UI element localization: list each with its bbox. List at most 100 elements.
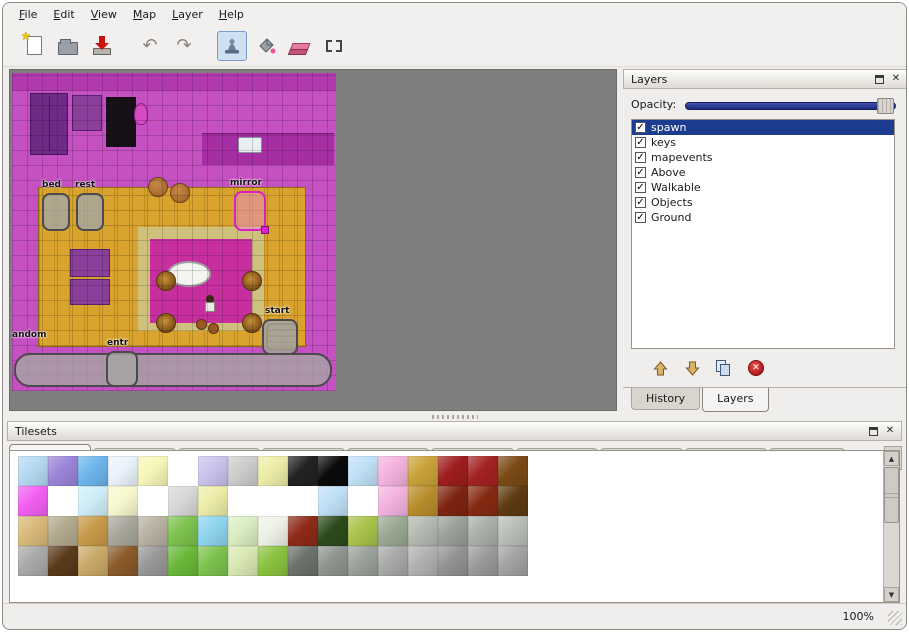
layer-row-Walkable[interactable]: ✓Walkable: [632, 180, 894, 195]
layer-row-spawn[interactable]: ✓spawn: [632, 120, 894, 135]
raise-layer-button[interactable]: [649, 357, 671, 379]
layer-row-mapevents[interactable]: ✓mapevents: [632, 150, 894, 165]
opacity-slider-handle[interactable]: [877, 98, 894, 114]
duplicate-layer-button[interactable]: [713, 357, 735, 379]
tileset-tile[interactable]: [18, 456, 48, 486]
layer-row-Objects[interactable]: ✓Objects: [632, 195, 894, 210]
float-panel-button[interactable]: [866, 424, 880, 438]
tab-layers[interactable]: Layers: [702, 388, 768, 412]
tileset-tile[interactable]: [168, 456, 198, 486]
menu-item-file[interactable]: File: [11, 5, 45, 24]
tileset-tile[interactable]: [138, 516, 168, 546]
map-view[interactable]: bed rest mirror start entr andom: [12, 73, 336, 391]
layer-visibility-checkbox[interactable]: ✓: [635, 182, 646, 193]
rect-select-tool-button[interactable]: [319, 31, 349, 61]
tileset-tile[interactable]: [438, 516, 468, 546]
tileset-tile[interactable]: [378, 546, 408, 576]
layer-row-keys[interactable]: ✓keys: [632, 135, 894, 150]
splitter-grip[interactable]: [432, 415, 478, 419]
map-object-start[interactable]: [262, 319, 298, 355]
map-canvas[interactable]: bed rest mirror start entr andom: [9, 69, 617, 411]
tileset-tile[interactable]: [168, 486, 198, 516]
tileset-tile[interactable]: [348, 546, 378, 576]
tileset-tile[interactable]: [378, 456, 408, 486]
tileset-tile[interactable]: [468, 486, 498, 516]
map-object-bar[interactable]: [14, 353, 332, 387]
tileset-tile[interactable]: [78, 516, 108, 546]
tileset-tile[interactable]: [288, 456, 318, 486]
menu-item-help[interactable]: Help: [211, 5, 252, 24]
map-object-rest[interactable]: [76, 193, 104, 231]
tileset-tile[interactable]: [228, 486, 258, 516]
tileset-tile[interactable]: [48, 516, 78, 546]
tileset-tile[interactable]: [348, 456, 378, 486]
tileset-tile[interactable]: [18, 516, 48, 546]
tileset-tile[interactable]: [138, 546, 168, 576]
layer-visibility-checkbox[interactable]: ✓: [635, 152, 646, 163]
layer-visibility-checkbox[interactable]: ✓: [635, 137, 646, 148]
tileset-tile[interactable]: [378, 516, 408, 546]
tileset-tile[interactable]: [318, 486, 348, 516]
tileset-tile[interactable]: [108, 546, 138, 576]
tileset-tile[interactable]: [378, 486, 408, 516]
layer-row-Above[interactable]: ✓Above: [632, 165, 894, 180]
tileset-tile[interactable]: [408, 486, 438, 516]
tileset-tile[interactable]: [48, 546, 78, 576]
resize-grip[interactable]: [888, 611, 902, 625]
tileset-tile[interactable]: [288, 516, 318, 546]
lower-layer-button[interactable]: [681, 357, 703, 379]
tileset-tile[interactable]: [18, 486, 48, 516]
tileset-tile[interactable]: [228, 456, 258, 486]
tileset-tile[interactable]: [438, 456, 468, 486]
tileset-tile[interactable]: [348, 516, 378, 546]
tileset-tile[interactable]: [168, 546, 198, 576]
tileset-tile[interactable]: [258, 546, 288, 576]
scrollbar-thumb[interactable]: [884, 467, 899, 523]
tileset-tile[interactable]: [318, 516, 348, 546]
delete-layer-button[interactable]: ✕: [745, 357, 767, 379]
tileset-tile[interactable]: [468, 546, 498, 576]
eraser-tool-button[interactable]: [285, 31, 315, 61]
open-file-button[interactable]: [53, 31, 83, 61]
tileset-tile[interactable]: [288, 486, 318, 516]
layer-visibility-checkbox[interactable]: ✓: [635, 167, 646, 178]
close-panel-button[interactable]: ✕: [883, 424, 897, 438]
horizontal-splitter[interactable]: [3, 413, 906, 421]
close-panel-button[interactable]: ✕: [889, 72, 903, 86]
tileset-tile[interactable]: [228, 516, 258, 546]
tileset-tile[interactable]: [408, 546, 438, 576]
tileset-tile[interactable]: [48, 456, 78, 486]
scroll-down-button[interactable]: ▼: [884, 587, 899, 602]
tileset-tile[interactable]: [108, 456, 138, 486]
layer-visibility-checkbox[interactable]: ✓: [635, 122, 646, 133]
layer-visibility-checkbox[interactable]: ✓: [635, 212, 646, 223]
undo-button[interactable]: ↶: [135, 31, 165, 61]
menu-item-map[interactable]: Map: [125, 5, 164, 24]
tileset-tile[interactable]: [198, 516, 228, 546]
tileset-tile[interactable]: [78, 486, 108, 516]
tileset-tile[interactable]: [18, 546, 48, 576]
menu-item-layer[interactable]: Layer: [164, 5, 211, 24]
map-object-mirror[interactable]: [234, 191, 266, 231]
tileset-tile[interactable]: [258, 486, 288, 516]
stamp-tool-button[interactable]: [217, 31, 247, 61]
tab-history[interactable]: History: [631, 388, 700, 410]
fill-tool-button[interactable]: [251, 31, 281, 61]
tileset-tile[interactable]: [408, 456, 438, 486]
tileset-tile[interactable]: [138, 486, 168, 516]
tileset-tile[interactable]: [228, 546, 258, 576]
tileset-tile[interactable]: [108, 486, 138, 516]
tileset-tile[interactable]: [498, 546, 528, 576]
tileset-tile[interactable]: [348, 486, 378, 516]
tileset-tile[interactable]: [468, 516, 498, 546]
tileset-tile[interactable]: [258, 516, 288, 546]
tileset-tile[interactable]: [318, 546, 348, 576]
tileset-tile[interactable]: [498, 516, 528, 546]
tileset-tile[interactable]: [498, 456, 528, 486]
tileset-tile[interactable]: [78, 546, 108, 576]
tileset-tile[interactable]: [288, 546, 318, 576]
tileset-tile[interactable]: [108, 516, 138, 546]
tileset-tile[interactable]: [198, 456, 228, 486]
tileset-tile[interactable]: [408, 516, 438, 546]
selection-handle[interactable]: [261, 226, 269, 234]
